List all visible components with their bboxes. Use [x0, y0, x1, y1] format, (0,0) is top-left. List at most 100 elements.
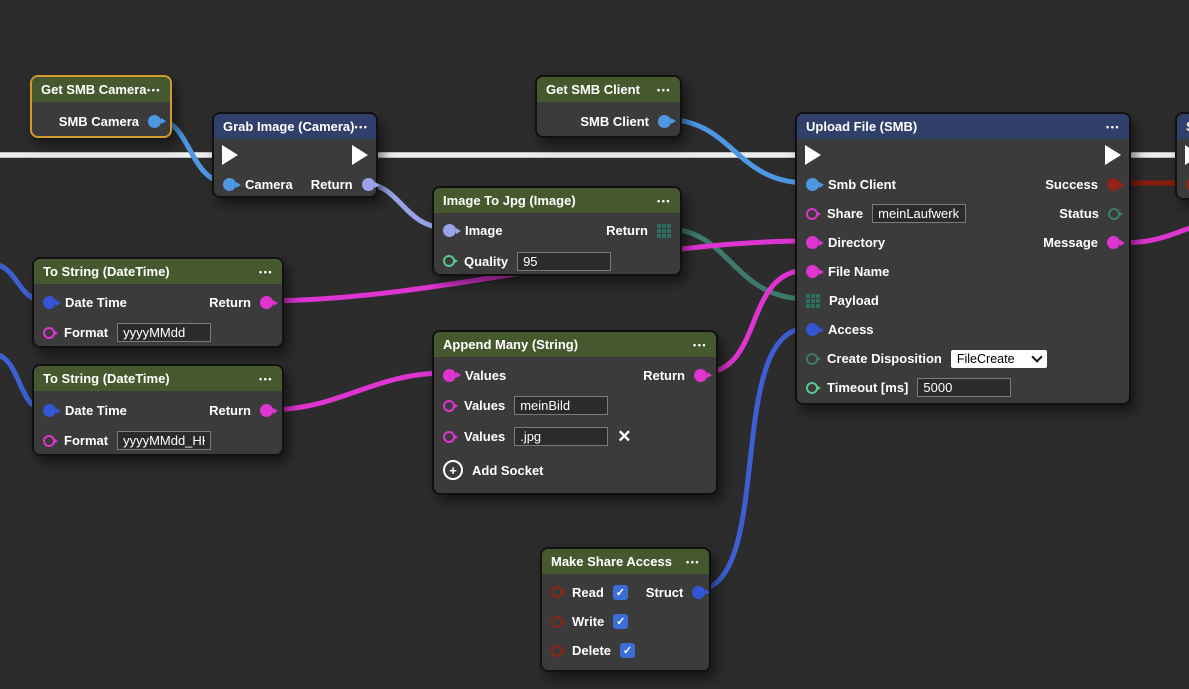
socket-smb-client-output[interactable]: [658, 115, 671, 128]
socket-values-3-input[interactable]: [443, 431, 455, 443]
socket-timeout-input[interactable]: [806, 382, 818, 394]
node-append-many[interactable]: Append Many (String) ••• Values Return V…: [432, 330, 718, 495]
node-header[interactable]: Get SMB Client •••: [537, 77, 680, 102]
node-title: Image To Jpg (Image): [443, 193, 576, 208]
node-upload-file[interactable]: Upload File (SMB) ••• Smb Client Success…: [795, 112, 1131, 405]
node-header[interactable]: Get SMB Camera •••: [32, 77, 170, 102]
socket-values-2-input[interactable]: [443, 400, 455, 412]
menu-ellipsis-icon[interactable]: •••: [259, 267, 273, 277]
socket-return-output[interactable]: [260, 404, 273, 417]
port-label-return: Return: [209, 295, 251, 310]
node-to-string-date[interactable]: To String (DateTime) ••• Date Time Retur…: [32, 257, 284, 348]
node-get-smb-camera[interactable]: Get SMB Camera ••• SMB Camera: [30, 75, 172, 138]
menu-ellipsis-icon[interactable]: •••: [657, 85, 671, 95]
wire-hourstring-to-values[interactable]: [268, 373, 445, 410]
socket-format-input[interactable]: [43, 327, 55, 339]
wire-jpgreturn-to-payload[interactable]: [661, 228, 808, 299]
socket-bytes-grid-icon[interactable]: [657, 224, 671, 238]
socket-message-output[interactable]: [1107, 236, 1120, 249]
socket-smb-client-input[interactable]: [806, 178, 819, 191]
node-image-to-jpg[interactable]: Image To Jpg (Image) ••• Image Return Qu…: [432, 186, 682, 276]
socket-access-input[interactable]: [806, 323, 819, 336]
exec-out-icon[interactable]: [1105, 145, 1121, 165]
wire-smbclient-to-upload[interactable]: [663, 119, 808, 183]
socket-file-name-input[interactable]: [806, 265, 819, 278]
timeout-input[interactable]: [917, 378, 1011, 397]
port-label-return: Return: [606, 223, 648, 238]
port-label-return: Return: [643, 368, 685, 383]
menu-ellipsis-icon[interactable]: •••: [147, 85, 161, 95]
socket-datetime-input[interactable]: [43, 296, 56, 309]
socket-smb-camera-output[interactable]: [148, 115, 161, 128]
node-header[interactable]: To String (DateTime) •••: [34, 259, 282, 284]
socket-return-output[interactable]: [362, 178, 375, 191]
socket-success-output[interactable]: [1107, 178, 1120, 191]
socket-format-input[interactable]: [43, 435, 55, 447]
socket-image-input[interactable]: [443, 224, 456, 237]
socket-return-output[interactable]: [260, 296, 273, 309]
port-label-camera: Camera: [245, 177, 293, 192]
create-disposition-value: FileCreate: [957, 352, 1015, 366]
node-get-smb-client[interactable]: Get SMB Client ••• SMB Client: [535, 75, 682, 138]
node-header[interactable]: Append Many (String) •••: [434, 332, 716, 357]
menu-ellipsis-icon[interactable]: •••: [1106, 122, 1120, 132]
exec-out-icon[interactable]: [352, 145, 368, 165]
node-header[interactable]: S: [1177, 114, 1189, 139]
add-socket-button[interactable]: + Add Socket: [434, 452, 716, 488]
node-to-string-hour[interactable]: To String (DateTime) ••• Date Time Retur…: [32, 364, 284, 456]
create-disposition-select[interactable]: FileCreate: [951, 350, 1047, 368]
port-label-create-disposition: Create Disposition: [827, 351, 942, 366]
plus-circle-icon[interactable]: +: [443, 460, 463, 480]
node-editor-canvas[interactable]: { "palette": { "canvas_background": "#2c…: [0, 0, 1189, 689]
port-label-status: Status: [1059, 206, 1099, 221]
port-label-values-3: Values: [464, 429, 505, 444]
socket-delete-input[interactable]: [551, 645, 563, 657]
node-header[interactable]: Make Share Access •••: [542, 549, 709, 574]
socket-read-input[interactable]: [551, 586, 563, 598]
socket-quality-input[interactable]: [443, 255, 455, 267]
values-2-input[interactable]: [514, 396, 608, 415]
socket-create-disposition-input[interactable]: [806, 353, 818, 365]
delete-checkbox[interactable]: ✓: [620, 643, 635, 658]
node-grab-image[interactable]: Grab Image (Camera) ••• Camera Return: [212, 112, 378, 198]
menu-ellipsis-icon[interactable]: •••: [686, 557, 700, 567]
socket-return-output[interactable]: [694, 369, 707, 382]
socket-payload-grid-icon[interactable]: [806, 294, 820, 308]
socket-write-input[interactable]: [551, 616, 563, 628]
menu-ellipsis-icon[interactable]: •••: [693, 340, 707, 350]
node-title: To String (DateTime): [43, 264, 170, 279]
socket-datetime-input[interactable]: [43, 404, 56, 417]
read-checkbox[interactable]: ✓: [613, 585, 628, 600]
port-label-date-time: Date Time: [65, 295, 127, 310]
socket-struct-output[interactable]: [692, 586, 705, 599]
port-label-values-2: Values: [464, 398, 505, 413]
menu-ellipsis-icon[interactable]: •••: [355, 122, 369, 132]
node-header[interactable]: To String (DateTime) •••: [34, 366, 282, 391]
quality-input[interactable]: [517, 252, 611, 271]
socket-values-1-input[interactable]: [443, 369, 456, 382]
port-label-write: Write: [572, 614, 604, 629]
exec-in-icon[interactable]: [1185, 145, 1189, 165]
remove-socket-icon[interactable]: ✕: [617, 428, 631, 445]
socket-status-output[interactable]: [1108, 208, 1120, 220]
node-header[interactable]: Upload File (SMB) •••: [797, 114, 1129, 139]
menu-ellipsis-icon[interactable]: •••: [657, 196, 671, 206]
format-input[interactable]: [117, 431, 211, 450]
socket-share-input[interactable]: [806, 208, 818, 220]
node-header[interactable]: Image To Jpg (Image) •••: [434, 188, 680, 213]
socket-camera-input[interactable]: [223, 178, 236, 191]
node-make-share-access[interactable]: Make Share Access ••• Read ✓ Struct Writ…: [540, 547, 711, 672]
node-partial-right[interactable]: S: [1175, 112, 1189, 200]
node-title: Get SMB Camera: [41, 82, 146, 97]
menu-ellipsis-icon[interactable]: •••: [259, 374, 273, 384]
values-3-input[interactable]: [514, 427, 608, 446]
exec-in-icon[interactable]: [805, 145, 821, 165]
write-checkbox[interactable]: ✓: [613, 614, 628, 629]
share-input[interactable]: [872, 204, 966, 223]
exec-in-icon[interactable]: [222, 145, 238, 165]
port-label-share: Share: [827, 206, 863, 221]
node-header[interactable]: Grab Image (Camera) •••: [214, 114, 376, 139]
port-label-message: Message: [1043, 235, 1098, 250]
socket-directory-input[interactable]: [806, 236, 819, 249]
format-input[interactable]: [117, 323, 211, 342]
